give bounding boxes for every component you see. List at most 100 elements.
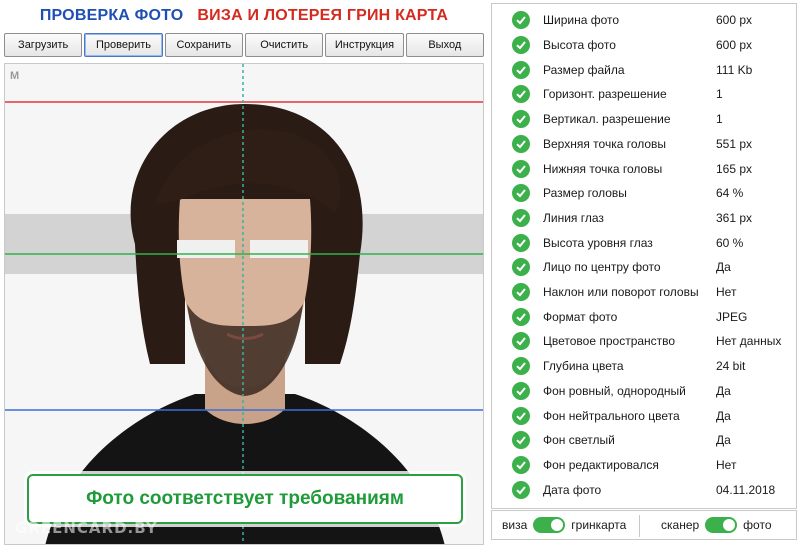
check-label: Размер головы — [543, 186, 627, 201]
check-ok-icon — [512, 431, 530, 450]
check-value: 1 — [716, 112, 723, 127]
photo-preview: M Фото соответствует требованиям GREENCA… — [4, 63, 484, 545]
title-photo-check: ПРОВЕРКА ФОТО — [39, 7, 184, 24]
instructions-button[interactable]: Инструкция — [325, 33, 404, 57]
check-row-vertical-resolution: Вертикал. разрешение 1 — [492, 107, 796, 132]
check-row-photo-date: Дата фото 04.11.2018 — [492, 477, 796, 502]
check-row-eye-line: Линия глаз 361 px — [492, 206, 796, 231]
check-ok-icon — [512, 455, 530, 474]
check-ok-icon — [512, 406, 530, 425]
toggle-visa-label: виза — [502, 518, 528, 532]
check-ok-icon — [512, 110, 530, 129]
check-label: Лицо по центру фото — [543, 260, 661, 275]
check-ok-icon — [512, 208, 530, 227]
check-value: 04.11.2018 — [716, 482, 776, 497]
check-row-face-centered: Лицо по центру фото Да — [492, 255, 796, 280]
check-value: 60 % — [716, 235, 744, 250]
check-row-head-bottom: Нижняя точка головы 165 px — [492, 156, 796, 181]
check-ok-icon — [512, 357, 530, 376]
check-value: 24 bit — [716, 359, 746, 374]
check-label: Фон светлый — [543, 433, 615, 448]
visa-greencard-switch[interactable] — [533, 517, 566, 533]
toolbar: Загрузить Проверить Сохранить Очистить И… — [4, 33, 484, 57]
check-ok-icon — [512, 233, 530, 252]
check-value: 111 Kb — [716, 62, 753, 77]
check-row-color-depth: Глубина цвета 24 bit — [492, 354, 796, 379]
check-ok-icon — [512, 85, 530, 104]
toggle-divider — [639, 515, 640, 537]
check-value: Нет данных — [716, 334, 782, 349]
check-label: Цветовое пространство — [543, 334, 676, 349]
watermark: GREENCARD.BY — [15, 519, 158, 537]
check-ok-icon — [512, 159, 530, 178]
portrait-illustration — [5, 64, 483, 544]
load-button[interactable]: Загрузить — [4, 33, 83, 57]
check-ok-icon — [512, 60, 530, 79]
scanner-photo-toggle-group: сканер фото — [661, 517, 772, 533]
check-row-head-size: Размер головы 64 % — [492, 181, 796, 206]
toggle-greencard-label: гринкарта — [571, 518, 627, 532]
check-row-background-uniform: Фон ровный, однородный Да — [492, 379, 796, 404]
scanner-photo-switch[interactable] — [705, 517, 738, 533]
check-ok-icon — [512, 480, 530, 499]
check-label: Наклон или поворот головы — [543, 285, 699, 300]
title-visa-lottery: ВИЗА И ЛОТЕРЕЯ ГРИН КАРТА — [197, 7, 449, 24]
check-label: Дата фото — [543, 482, 602, 497]
check-label: Горизонт. разрешение — [543, 87, 667, 102]
check-value: 1 — [716, 87, 723, 102]
check-label: Формат фото — [543, 309, 618, 324]
check-label: Глубина цвета — [543, 359, 624, 374]
check-value: 551 px — [716, 136, 753, 151]
check-label: Фон ровный, однородный — [543, 383, 686, 398]
check-ok-icon — [512, 332, 530, 351]
check-ok-icon — [512, 184, 530, 203]
check-row-head-top: Верхняя точка головы 551 px — [492, 132, 796, 157]
check-row-photo-width: Ширина фото 600 px — [492, 8, 796, 33]
check-row-color-space: Цветовое пространство Нет данных — [492, 329, 796, 354]
check-button[interactable]: Проверить — [84, 33, 163, 57]
check-row-photo-format: Формат фото JPEG — [492, 304, 796, 329]
clear-button[interactable]: Очистить — [244, 33, 324, 57]
app-title-bar: ПРОВЕРКА ФОТО ВИЗА И ЛОТЕРЕЯ ГРИН КАРТА — [0, 0, 488, 32]
save-button[interactable]: Сохранить — [164, 33, 243, 57]
check-ok-icon — [512, 11, 530, 30]
check-label: Фон редактировался — [543, 457, 659, 472]
check-label: Верхняя точка головы — [543, 136, 667, 151]
check-label: Фон нейтрального цвета — [543, 408, 680, 423]
check-label: Высота фото — [543, 38, 616, 53]
check-ok-icon — [512, 258, 530, 277]
check-value: 64 % — [716, 186, 744, 201]
check-ok-icon — [512, 36, 530, 55]
toggle-scanner-label: сканер — [661, 518, 700, 532]
checks-panel: Ширина фото 600 px Высота фото 600 px Ра… — [491, 3, 797, 509]
check-ok-icon — [512, 134, 530, 153]
check-row-horizontal-resolution: Горизонт. разрешение 1 — [492, 82, 796, 107]
check-value: Да — [716, 383, 731, 398]
check-label: Высота уровня глаз — [543, 235, 653, 250]
check-value: 165 px — [716, 161, 753, 176]
check-label: Ширина фото — [543, 13, 620, 28]
check-value: Нет — [716, 285, 737, 300]
check-row-head-tilt: Наклон или поворот головы Нет — [492, 280, 796, 305]
check-row-file-size: Размер файла 111 Kb — [492, 57, 796, 82]
exit-button[interactable]: Выход — [405, 33, 484, 57]
check-value: Да — [716, 408, 731, 423]
check-row-background-edited: Фон редактировался Нет — [492, 453, 796, 478]
check-label: Линия глаз — [543, 210, 604, 225]
check-value: JPEG — [716, 309, 748, 324]
photo-mode-label: M — [10, 70, 20, 82]
visa-greencard-toggle-group: виза гринкарта — [502, 517, 626, 533]
check-value: Да — [716, 433, 731, 448]
check-ok-icon — [512, 283, 530, 302]
check-ok-icon — [512, 307, 530, 326]
check-value: 600 px — [716, 13, 753, 28]
toggle-photo-label: фото — [743, 518, 772, 532]
check-value: 361 px — [716, 210, 753, 225]
check-row-background-neutral: Фон нейтрального цвета Да — [492, 403, 796, 428]
check-value: Нет — [716, 457, 737, 472]
mode-toggles: виза гринкарта сканер фото — [491, 510, 797, 540]
check-label: Вертикал. разрешение — [543, 112, 671, 127]
check-label: Нижняя точка головы — [543, 161, 663, 176]
check-row-eye-level: Высота уровня глаз 60 % — [492, 230, 796, 255]
check-value: Да — [716, 260, 731, 275]
